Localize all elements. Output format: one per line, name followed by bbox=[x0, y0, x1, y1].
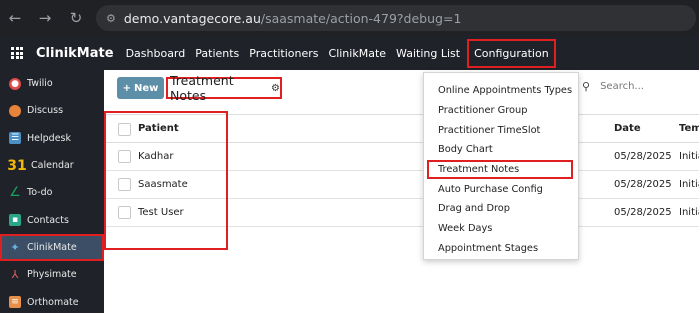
dropdown-item-treatment-notes[interactable]: Treatment Notes bbox=[427, 159, 573, 180]
app-brand[interactable]: ClinikMate bbox=[36, 46, 114, 61]
sidebar-item-label: ClinikMate bbox=[27, 241, 77, 253]
column-header-date[interactable]: Date bbox=[614, 123, 641, 134]
app-navbar: ClinikMate Dashboard Patients Practition… bbox=[0, 36, 699, 70]
sidebar-item-calendar[interactable]: 31 Calendar bbox=[0, 152, 104, 179]
configuration-dropdown: Online Appointments Types Practitioner G… bbox=[423, 72, 579, 260]
sidebar-item-helpdesk[interactable]: ☰ Helpdesk bbox=[0, 125, 104, 152]
row-checkbox[interactable] bbox=[118, 150, 131, 163]
dropdown-item-body-chart[interactable]: Body Chart bbox=[424, 140, 578, 160]
discuss-icon bbox=[9, 104, 21, 117]
dropdown-item-week-days[interactable]: Week Days bbox=[424, 219, 578, 239]
search-box[interactable]: ⚲ Search... bbox=[582, 80, 644, 93]
clinikmate-icon: ✦ bbox=[10, 240, 20, 254]
url-path: /saasmate/action-479?debug=1 bbox=[260, 10, 462, 26]
patient-cell: Saasmate bbox=[138, 179, 188, 190]
template-cell: Initia bbox=[679, 207, 699, 218]
table-row[interactable]: Test User 05/28/2025 Initia bbox=[104, 199, 699, 227]
patient-cell: Test User bbox=[138, 207, 184, 218]
dropdown-item-drag-and-drop[interactable]: Drag and Drop bbox=[424, 199, 578, 219]
menu-waiting-list[interactable]: Waiting List bbox=[396, 47, 460, 60]
sidebar-item-label: Discuss bbox=[27, 105, 64, 117]
menu-configuration[interactable]: Configuration bbox=[467, 38, 556, 68]
forward-icon[interactable]: → bbox=[34, 9, 56, 27]
dropdown-item-appointment-stages[interactable]: Appointment Stages bbox=[424, 239, 578, 259]
gear-icon[interactable]: ⚙ bbox=[271, 83, 280, 94]
template-cell: Initia bbox=[679, 151, 699, 162]
dropdown-item-auto-purchase-config[interactable]: Auto Purchase Config bbox=[424, 179, 578, 199]
menu-patients[interactable]: Patients bbox=[195, 47, 239, 60]
todo-icon: ∠ bbox=[9, 185, 21, 201]
physimate-icon: ⅄ bbox=[11, 268, 19, 282]
sidebar-item-contacts[interactable]: ▪ Contacts bbox=[0, 206, 104, 233]
sidebar-item-twilio[interactable]: ● Twilio bbox=[0, 70, 104, 97]
sidebar-item-label: Physimate bbox=[27, 269, 77, 281]
menu-clinikmate[interactable]: ClinikMate bbox=[329, 47, 387, 60]
sidebar-item-label: To-do bbox=[27, 187, 53, 199]
plus-icon: + bbox=[122, 82, 131, 94]
table-row[interactable]: Kadhar 05/28/2025 Initia bbox=[104, 143, 699, 171]
search-input[interactable]: Search... bbox=[600, 81, 644, 92]
sidebar-item-label: Twilio bbox=[27, 78, 53, 90]
menu-practitioners[interactable]: Practitioners bbox=[249, 47, 318, 60]
new-button[interactable]: + New bbox=[117, 77, 164, 99]
select-all-checkbox[interactable] bbox=[118, 123, 131, 136]
new-button-label: New bbox=[134, 82, 159, 94]
helpdesk-icon: ☰ bbox=[9, 132, 21, 145]
back-icon[interactable]: ← bbox=[4, 9, 26, 27]
sidebar-item-label: Orthomate bbox=[27, 296, 79, 308]
column-header-patient[interactable]: Patient bbox=[138, 123, 179, 134]
browser-toolbar: ← → ↻ ⚙ demo.vantagecore.au/saasmate/act… bbox=[0, 0, 699, 36]
dropdown-item-practitioner-timeslot[interactable]: Practitioner TimeSlot bbox=[424, 120, 578, 140]
row-checkbox[interactable] bbox=[118, 178, 131, 191]
twilio-icon: ● bbox=[9, 77, 21, 90]
breadcrumb: Treatment Notes ⚙ bbox=[166, 73, 282, 103]
app-grid-icon[interactable] bbox=[11, 47, 23, 59]
date-cell: 05/28/2025 bbox=[614, 151, 672, 162]
orthomate-icon: ≡ bbox=[9, 296, 21, 309]
contacts-icon: ▪ bbox=[9, 214, 21, 227]
sidebar-item-label: Helpdesk bbox=[27, 132, 71, 144]
sidebar-item-todo[interactable]: ∠ To-do bbox=[0, 179, 104, 206]
menu-dashboard[interactable]: Dashboard bbox=[126, 47, 186, 60]
date-cell: 05/28/2025 bbox=[614, 207, 672, 218]
reload-icon[interactable]: ↻ bbox=[65, 9, 87, 27]
site-info-icon[interactable]: ⚙ bbox=[106, 12, 116, 25]
sidebar-item-discuss[interactable]: Discuss bbox=[0, 97, 104, 124]
template-cell: Initia bbox=[679, 179, 699, 190]
search-icon: ⚲ bbox=[582, 80, 591, 93]
table-header: Patient Date Tem bbox=[104, 114, 699, 143]
row-checkbox[interactable] bbox=[118, 206, 131, 219]
dropdown-item-practitioner-group[interactable]: Practitioner Group bbox=[424, 101, 578, 121]
page-title: Treatment Notes bbox=[170, 73, 234, 103]
url-host: demo.vantagecore.au bbox=[123, 10, 261, 26]
app-sidebar: ● Twilio Discuss ☰ Helpdesk 31 Calendar … bbox=[0, 70, 104, 313]
sidebar-item-clinikmate[interactable]: ✦ ClinikMate bbox=[0, 233, 104, 262]
calendar-icon: 31 bbox=[7, 157, 27, 174]
control-panel: + New Treatment Notes ⚙ ⚲ Search... bbox=[104, 70, 699, 110]
dropdown-item-online-appointments-types[interactable]: Online Appointments Types bbox=[424, 81, 578, 101]
date-cell: 05/28/2025 bbox=[614, 179, 672, 190]
column-header-template[interactable]: Tem bbox=[679, 123, 699, 134]
address-bar[interactable]: ⚙ demo.vantagecore.au/saasmate/action-47… bbox=[96, 5, 696, 31]
sidebar-item-label: Calendar bbox=[31, 160, 74, 172]
patient-cell: Kadhar bbox=[138, 151, 174, 162]
sidebar-item-physimate[interactable]: ⅄ Physimate bbox=[0, 261, 104, 288]
sidebar-item-label: Contacts bbox=[27, 214, 69, 226]
table-row[interactable]: Saasmate 05/28/2025 Initia bbox=[104, 171, 699, 199]
main-content: + New Treatment Notes ⚙ ⚲ Search... Pati… bbox=[104, 70, 699, 313]
sidebar-item-orthomate[interactable]: ≡ Orthomate bbox=[0, 288, 104, 313]
